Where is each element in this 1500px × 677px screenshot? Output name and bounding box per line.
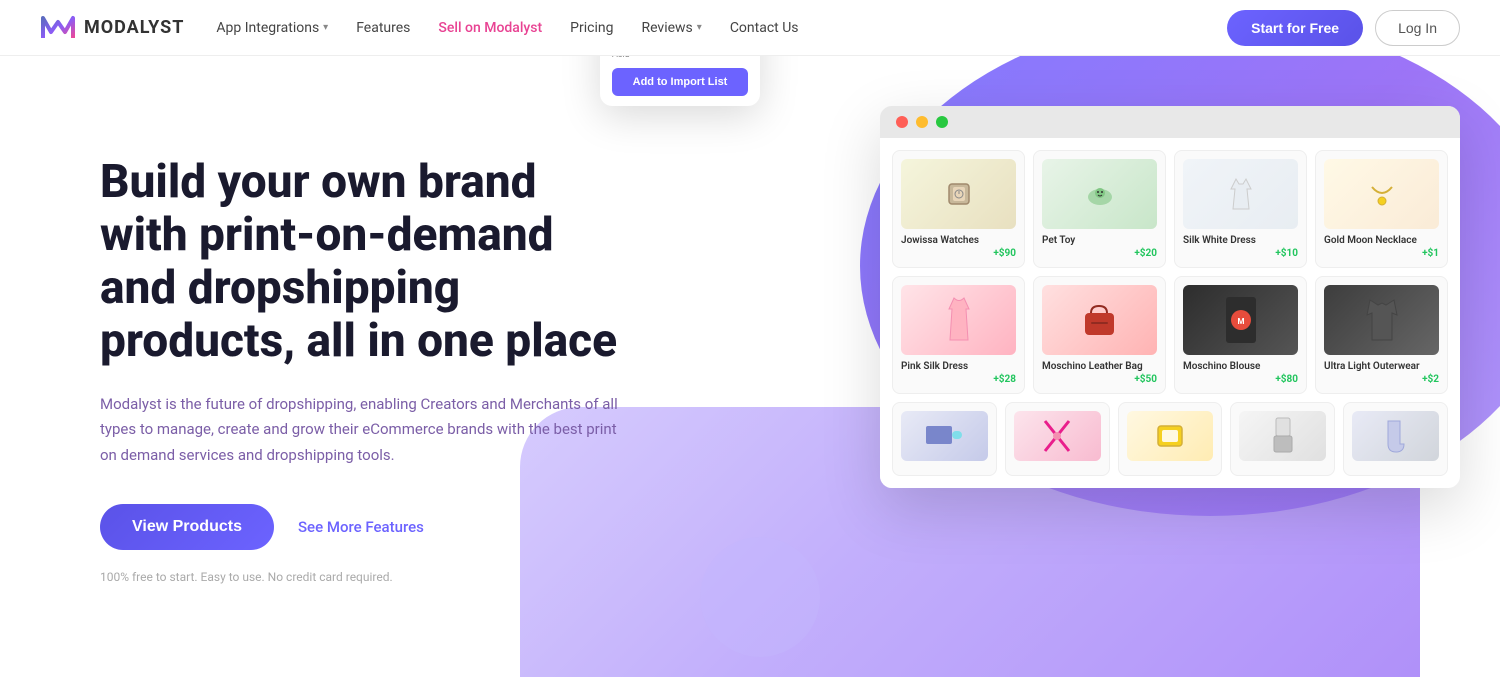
product-image: [1324, 159, 1439, 229]
browser-dot-yellow: [916, 116, 928, 128]
hero-actions: View Products See More Features: [100, 504, 620, 550]
floating-card-location: North America, Europe, Oceania & Asia: [612, 56, 748, 60]
product-card[interactable]: M Moschino Blouse +$80: [1174, 276, 1307, 394]
hero-description: Modalyst is the future of dropshipping, …: [100, 392, 620, 469]
logo[interactable]: MODALYST: [40, 10, 184, 46]
nav-sell-on-modalyst[interactable]: Sell on Modalyst: [438, 20, 542, 36]
product-image: [1042, 159, 1157, 229]
product-card[interactable]: Gold Moon Necklace +$1: [1315, 150, 1448, 268]
product-card[interactable]: [1230, 402, 1335, 476]
browser-dot-green: [936, 116, 948, 128]
navbar-right: Start for Free Log In: [1227, 10, 1460, 46]
nav-reviews[interactable]: Reviews ▾: [641, 20, 701, 36]
product-image: M: [1183, 285, 1298, 355]
product-image: [901, 285, 1016, 355]
hero-title: Build your own brand with print-on-deman…: [100, 156, 620, 368]
browser-window: Jowissa Watches +$90 Pet Toy +$20: [880, 106, 1460, 488]
product-card[interactable]: [1118, 402, 1223, 476]
nav-links: App Integrations ▾ Features Sell on Moda…: [216, 20, 798, 36]
navbar-left: MODALYST App Integrations ▾ Features Sel…: [40, 10, 799, 46]
chevron-down-icon-reviews: ▾: [697, 22, 702, 33]
product-card[interactable]: Pink Silk Dress +$28: [892, 276, 1025, 394]
product-name: Pet Toy: [1042, 235, 1157, 246]
see-more-features-link[interactable]: See More Features: [298, 518, 424, 536]
bg-blob-left: [700, 537, 820, 657]
product-card[interactable]: Moschino Leather Bag +$50: [1033, 276, 1166, 394]
product-grid-row1: Jowissa Watches +$90 Pet Toy +$20: [892, 150, 1448, 268]
product-grid-row2: Pink Silk Dress +$28 Moschino Leather Ba…: [892, 276, 1448, 394]
product-name: Jowissa Watches: [901, 235, 1016, 246]
product-name: Ultra Light Outerwear: [1324, 361, 1439, 372]
hero-section: Build your own brand with print-on-deman…: [0, 56, 1500, 677]
start-for-free-button[interactable]: Start for Free: [1227, 10, 1363, 46]
product-card[interactable]: Pet Toy +$20: [1033, 150, 1166, 268]
product-card[interactable]: Ultra Light Outerwear +$2: [1315, 276, 1448, 394]
product-image: [1042, 285, 1157, 355]
product-name: Moschino Blouse: [1183, 361, 1298, 372]
nav-contact-us[interactable]: Contact Us: [730, 20, 799, 36]
product-image: [901, 159, 1016, 229]
login-button[interactable]: Log In: [1375, 10, 1460, 46]
logo-icon: [40, 10, 76, 46]
floating-product-card: In Stock Turquoise iPhone Case $4.00 $1.…: [600, 56, 760, 106]
nav-features[interactable]: Features: [356, 20, 410, 36]
product-card[interactable]: [1343, 402, 1448, 476]
browser-content: Jowissa Watches +$90 Pet Toy +$20: [880, 138, 1460, 488]
product-image: [1127, 411, 1214, 461]
nav-pricing[interactable]: Pricing: [570, 20, 613, 36]
product-card[interactable]: Jowissa Watches +$90: [892, 150, 1025, 268]
product-image: [901, 411, 988, 461]
nav-app-integrations[interactable]: App Integrations ▾: [216, 20, 328, 36]
product-name: Moschino Leather Bag: [1042, 361, 1157, 372]
floating-card-body: Turquoise iPhone Case $4.00 $1.99 North …: [600, 56, 760, 106]
product-grid-row3: [892, 402, 1448, 476]
product-image: [1239, 411, 1326, 461]
browser-bar: [880, 106, 1460, 138]
product-card[interactable]: Silk White Dress +$10: [1174, 150, 1307, 268]
chevron-down-icon: ▾: [323, 22, 328, 33]
view-products-button[interactable]: View Products: [100, 504, 274, 550]
product-image: [1014, 411, 1101, 461]
logo-text: MODALYST: [84, 17, 184, 38]
product-image: [1352, 411, 1439, 461]
svg-text:M: M: [1237, 317, 1244, 326]
add-to-import-list-button[interactable]: Add to Import List: [612, 68, 748, 96]
navbar: MODALYST App Integrations ▾ Features Sel…: [0, 0, 1500, 56]
product-image: [1324, 285, 1439, 355]
product-card[interactable]: [892, 402, 997, 476]
product-name: Silk White Dress: [1183, 235, 1298, 246]
product-card[interactable]: [1005, 402, 1110, 476]
hero-left: Build your own brand with print-on-deman…: [100, 116, 620, 584]
product-name: Pink Silk Dress: [901, 361, 1016, 372]
hero-note: 100% free to start. Easy to use. No cred…: [100, 570, 620, 584]
product-name: Gold Moon Necklace: [1324, 235, 1439, 246]
product-image: [1183, 159, 1298, 229]
browser-dot-red: [896, 116, 908, 128]
